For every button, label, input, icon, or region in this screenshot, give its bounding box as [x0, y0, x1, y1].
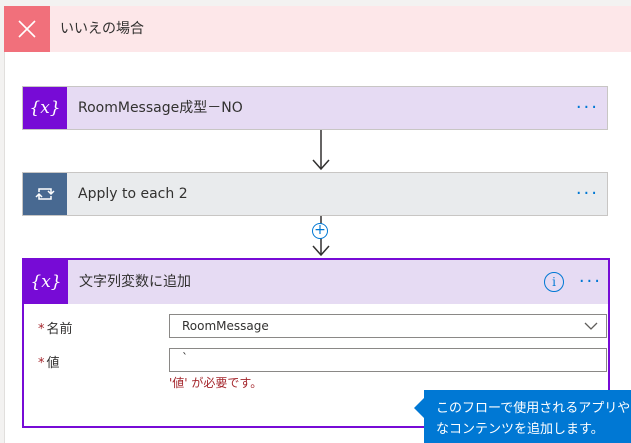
step-title: RoomMessage成型－NO: [78, 100, 243, 116]
name-dropdown[interactable]: RoomMessage: [169, 314, 607, 338]
tooltip-line-1: このフローで使用されるアプリや: [436, 401, 631, 416]
tooltip-line-2: なコンテンツを追加します。: [436, 422, 604, 437]
loop-icon: [23, 173, 67, 215]
branch-title: いいえの場合: [60, 21, 144, 37]
value-error-message: '値' が必要です。: [169, 376, 263, 390]
more-options-button[interactable]: ···: [576, 173, 599, 215]
connector-arrow: [312, 130, 330, 171]
value-label-text: 値: [46, 356, 60, 371]
step-title: Apply to each 2: [78, 186, 188, 202]
name-field-label: * 名前: [38, 318, 73, 337]
name-label-text: 名前: [46, 322, 73, 337]
required-mark: *: [38, 356, 45, 371]
tooltip-pointer: [414, 398, 424, 418]
name-dropdown-value: RoomMessage: [182, 319, 269, 333]
info-icon[interactable]: i: [544, 272, 564, 292]
chevron-down-icon: [584, 322, 598, 330]
card-header[interactable]: {x} 文字列変数に追加 i ···: [24, 260, 608, 304]
value-input[interactable]: `: [169, 348, 607, 372]
required-mark: *: [38, 322, 45, 337]
more-options-button[interactable]: ···: [579, 260, 602, 304]
no-branch-header[interactable]: いいえの場合: [4, 6, 631, 52]
insert-step-button[interactable]: +: [312, 223, 328, 239]
action-title: 文字列変数に追加: [79, 274, 191, 290]
value-field-label: * 値: [38, 352, 60, 371]
more-options-button[interactable]: ···: [576, 87, 599, 129]
step-apply-to-each[interactable]: Apply to each 2 ···: [22, 172, 608, 216]
step-compose-roommessage[interactable]: {x} RoomMessage成型－NO ···: [22, 86, 608, 130]
close-icon: [4, 6, 50, 52]
variable-icon: {x}: [24, 260, 68, 304]
help-tooltip: このフローで使用されるアプリや なコンテンツを追加します。: [424, 390, 631, 443]
variable-icon: {x}: [23, 87, 67, 129]
